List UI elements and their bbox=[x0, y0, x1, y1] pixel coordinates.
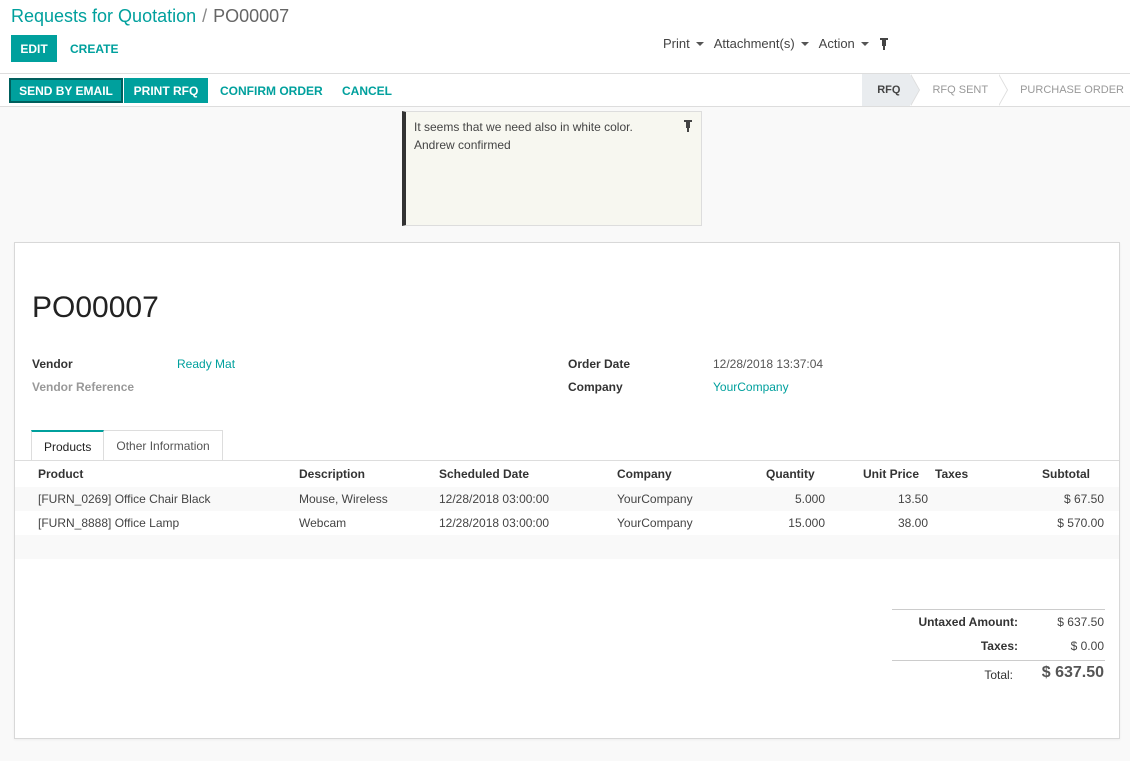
cell-quantity: 5.000 bbox=[794, 492, 825, 506]
confirm-order-button[interactable]: CONFIRM ORDER bbox=[220, 78, 323, 103]
breadcrumb-parent-link[interactable]: Requests for Quotation bbox=[11, 6, 196, 26]
breadcrumb-current: PO00007 bbox=[213, 6, 290, 26]
status-stages: RFQ RFQ SENT PURCHASE ORDER bbox=[862, 74, 1130, 106]
vendor-label: Vendor bbox=[32, 357, 73, 371]
form-sheet: PO00007 Vendor Ready Mat Vendor Referenc… bbox=[14, 242, 1120, 739]
column-header-quantity[interactable]: Quantity bbox=[766, 467, 815, 481]
caret-down-icon bbox=[695, 41, 704, 46]
breadcrumb-separator: / bbox=[202, 6, 208, 26]
table-footer bbox=[15, 535, 1119, 559]
note-line-1: It seems that we need also in white colo… bbox=[414, 120, 633, 134]
caret-down-icon bbox=[800, 41, 809, 46]
stage-label: RFQ SENT bbox=[932, 84, 989, 96]
company-label: Company bbox=[568, 380, 623, 394]
print-rfq-button[interactable]: PRINT RFQ bbox=[124, 78, 208, 103]
tab-other-information[interactable]: Other Information bbox=[104, 430, 223, 461]
attachments-label: Attachment(s) bbox=[713, 36, 795, 51]
page-title: PO00007 bbox=[32, 291, 159, 324]
totals-bottom-divider bbox=[892, 660, 1105, 661]
cell-unit-price: 13.50 bbox=[897, 492, 928, 506]
stage-label: PURCHASE ORDER bbox=[1020, 84, 1124, 96]
cell-description: Webcam bbox=[299, 516, 347, 530]
table-row[interactable]: [FURN_0269] Office Chair Black Mouse, Wi… bbox=[15, 487, 1119, 511]
column-header-taxes[interactable]: Taxes bbox=[935, 467, 968, 481]
table-row[interactable]: [FURN_8888] Office Lamp Webcam 12/28/201… bbox=[15, 511, 1119, 535]
table-header: Product Description Scheduled Date Compa… bbox=[15, 461, 1119, 487]
total-label: Total: bbox=[984, 668, 1013, 682]
order-date-label: Order Date bbox=[568, 357, 631, 371]
stage-rfq[interactable]: RFQ bbox=[862, 74, 921, 106]
column-header-description[interactable]: Description bbox=[299, 467, 365, 481]
stage-purchase-order[interactable]: PURCHASE ORDER bbox=[998, 74, 1130, 106]
sticky-note[interactable]: It seems that we need also in white colo… bbox=[402, 111, 702, 226]
notebook-tabs: Products Other Information bbox=[31, 430, 223, 461]
cell-product: [FURN_0269] Office Chair Black bbox=[38, 492, 211, 506]
attachments-dropdown[interactable]: Attachment(s) bbox=[714, 36, 809, 51]
sidebar-menus: Print Attachment(s) Action bbox=[663, 36, 889, 51]
untaxed-amount-label: Untaxed Amount: bbox=[918, 615, 1018, 629]
cell-unit-price: 38.00 bbox=[897, 516, 928, 530]
cancel-button[interactable]: CANCEL bbox=[342, 78, 392, 103]
taxes-value: $ 0.00 bbox=[1070, 639, 1104, 653]
send-by-email-button[interactable]: SEND BY EMAIL bbox=[9, 78, 123, 103]
total-value: $ 637.50 bbox=[1041, 664, 1104, 681]
taxes-label: Taxes: bbox=[980, 639, 1018, 653]
cell-quantity: 15.000 bbox=[788, 516, 825, 530]
vendor-reference-label: Vendor Reference bbox=[32, 380, 135, 394]
vendor-link[interactable]: Ready Mat bbox=[177, 357, 235, 371]
note-line-2: Andrew confirmed bbox=[414, 138, 511, 152]
column-header-unit-price[interactable]: Unit Price bbox=[863, 467, 919, 481]
pin-icon[interactable] bbox=[879, 37, 889, 50]
action-label: Action bbox=[818, 36, 855, 51]
stage-label: RFQ bbox=[877, 84, 901, 96]
cell-product: [FURN_8888] Office Lamp bbox=[38, 516, 180, 530]
tab-products[interactable]: Products bbox=[31, 430, 105, 461]
edit-button[interactable]: EDIT bbox=[11, 35, 57, 62]
column-header-product[interactable]: Product bbox=[38, 467, 83, 481]
column-header-company[interactable]: Company bbox=[617, 467, 672, 481]
totals-top-divider bbox=[892, 609, 1105, 610]
create-button[interactable]: CREATE bbox=[70, 35, 118, 62]
cell-company: YourCompany bbox=[617, 492, 693, 506]
column-header-scheduled-date[interactable]: Scheduled Date bbox=[439, 467, 529, 481]
cell-scheduled-date: 12/28/2018 03:00:00 bbox=[439, 492, 550, 506]
cell-company: YourCompany bbox=[617, 516, 693, 530]
cell-scheduled-date: 12/28/2018 03:00:00 bbox=[439, 516, 550, 530]
company-link[interactable]: YourCompany bbox=[713, 380, 789, 394]
cell-subtotal: $ 570.00 bbox=[1057, 516, 1104, 530]
breadcrumb: Requests for Quotation / PO00007 bbox=[11, 6, 289, 27]
column-header-subtotal[interactable]: Subtotal bbox=[1042, 467, 1090, 481]
print-dropdown[interactable]: Print bbox=[663, 36, 704, 51]
statusbar: SEND BY EMAIL PRINT RFQ CONFIRM ORDER CA… bbox=[0, 73, 1130, 107]
print-label: Print bbox=[663, 36, 690, 51]
order-date-value: 12/28/2018 13:37:04 bbox=[713, 357, 824, 371]
cell-subtotal: $ 67.50 bbox=[1063, 492, 1104, 506]
untaxed-amount-value: $ 637.50 bbox=[1057, 615, 1104, 629]
caret-down-icon bbox=[860, 41, 869, 46]
action-dropdown[interactable]: Action bbox=[819, 36, 869, 51]
stage-rfq-sent[interactable]: RFQ SENT bbox=[910, 74, 1009, 106]
cell-description: Mouse, Wireless bbox=[299, 492, 388, 506]
note-pin-icon[interactable] bbox=[683, 120, 693, 132]
